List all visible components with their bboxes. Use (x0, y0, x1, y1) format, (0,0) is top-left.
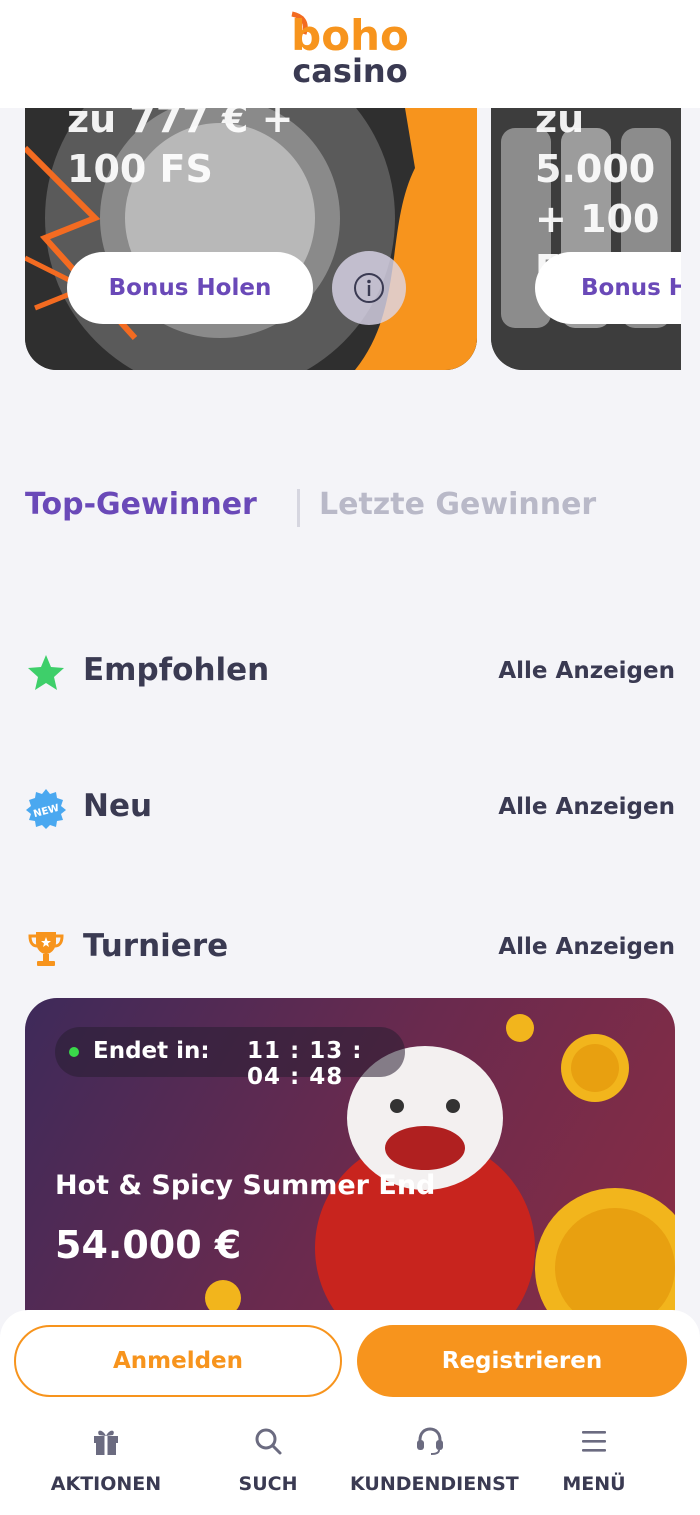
bonus-holen-button-2[interactable]: Bonus H (535, 252, 681, 324)
section-title: Turniere (83, 928, 229, 964)
promo-card-2[interactable]: zu 5.000 + 100 F Bonus H (491, 108, 681, 370)
info-button[interactable] (332, 251, 406, 325)
section-turniere: Turniere Alle Anzeigen (25, 926, 675, 970)
nav-label: MENÜ (562, 1473, 626, 1495)
ends-label: Endet in: (93, 1038, 210, 1064)
registrieren-button[interactable]: Registrieren (357, 1325, 687, 1397)
tournament-prize: 54.000 € (55, 1223, 242, 1267)
star-icon (28, 655, 64, 690)
alle-anzeigen-link[interactable]: Alle Anzeigen (498, 934, 675, 960)
nav-kundendienst[interactable]: KUNDENDIENST (350, 1425, 519, 1495)
headset-icon (417, 1427, 443, 1455)
nav-label: SUCH (238, 1473, 298, 1495)
new-badge-icon: NEW (26, 789, 66, 829)
live-indicator (69, 1047, 79, 1057)
header: boho casino (0, 0, 700, 108)
section-title: Empfohlen (83, 652, 270, 688)
info-icon (354, 273, 384, 303)
nav-menu[interactable]: MENÜ (514, 1425, 674, 1495)
winner-tabs: Top-Gewinner Letzte Gewinner (25, 487, 685, 531)
nav-aktionen[interactable]: AKTIONEN (26, 1425, 186, 1495)
gift-icon (94, 1430, 118, 1455)
tournament-card[interactable]: Endet in: 11 : 13 : 04 : 48 Hot & Spicy … (25, 998, 675, 1328)
promo-card-1[interactable]: zu 777 € + 100 FS Bonus Holen (25, 108, 477, 370)
section-empfohlen: Empfohlen Alle Anzeigen (25, 650, 675, 694)
tournament-name: Hot & Spicy Summer End (55, 1170, 436, 1201)
nav-such[interactable]: SUCH (188, 1425, 348, 1495)
tab-letzte-gewinner[interactable]: Letzte Gewinner (319, 487, 596, 522)
bonus-holen-button[interactable]: Bonus Holen (67, 252, 313, 324)
alle-anzeigen-link[interactable]: Alle Anzeigen (498, 794, 675, 820)
boho-casino-logo[interactable]: boho casino (0, 8, 700, 88)
nav-label: AKTIONEN (50, 1473, 162, 1495)
alle-anzeigen-link[interactable]: Alle Anzeigen (498, 658, 675, 684)
menu-icon (582, 1431, 606, 1452)
search-icon (255, 1428, 282, 1455)
section-neu: NEW Neu Alle Anzeigen (25, 786, 675, 830)
promo-headline: zu 777 € + 100 FS (67, 108, 294, 191)
bottom-nav: AKTIONEN SUCH KUNDENDIENST MENÜ (0, 1425, 700, 1505)
tab-top-gewinner[interactable]: Top-Gewinner (25, 487, 257, 522)
anmelden-button[interactable]: Anmelden (14, 1325, 342, 1397)
countdown-value: 11 : 13 : 04 : 48 (247, 1038, 363, 1090)
svg-text:casino: casino (292, 52, 407, 88)
bottom-bar: Anmelden Registrieren AKTIONEN SUCH KUND… (0, 1310, 700, 1515)
nav-label: KUNDENDIENST (350, 1473, 519, 1495)
trophy-icon (28, 932, 64, 966)
tab-divider (297, 489, 300, 527)
section-title: Neu (83, 788, 153, 824)
countdown-timer: Endet in: 11 : 13 : 04 : 48 (55, 1027, 405, 1090)
